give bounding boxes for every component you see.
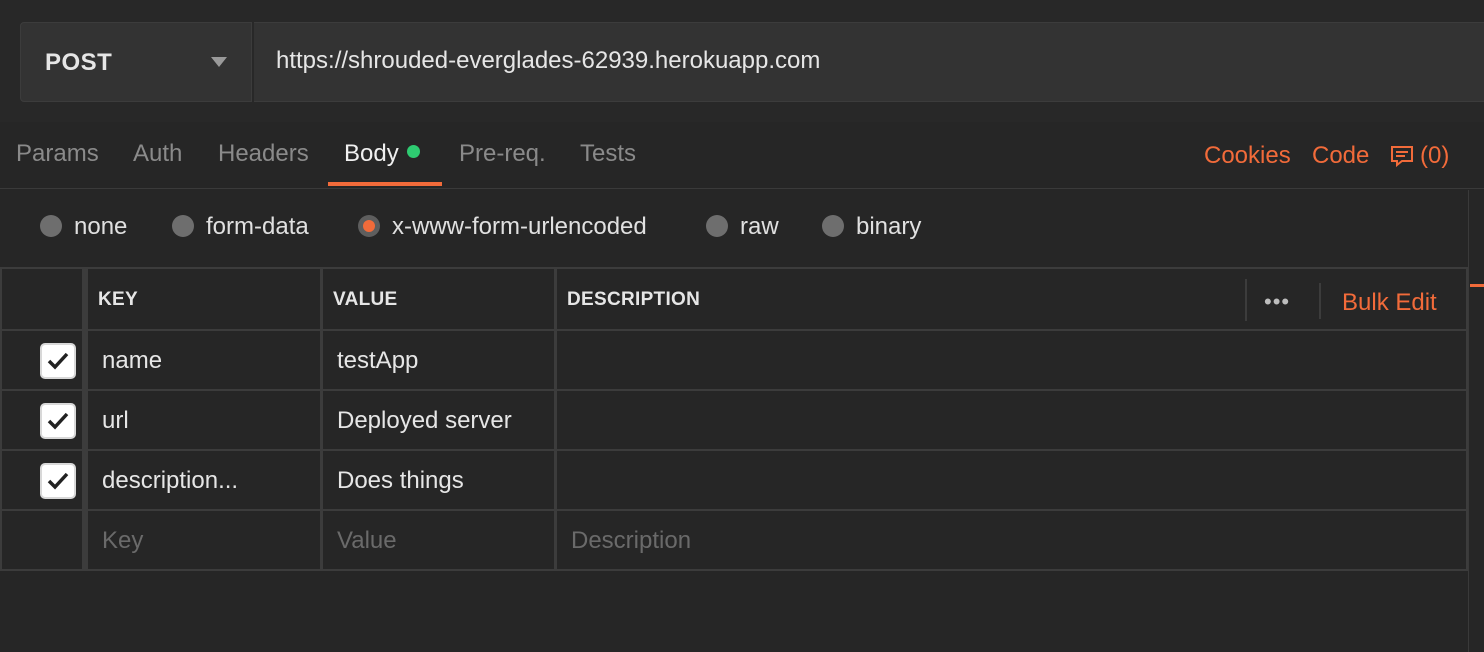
value-text: Does things (337, 467, 464, 494)
value-cell[interactable]: testApp (320, 331, 554, 389)
divider (1245, 279, 1247, 321)
row-checkbox-cell (2, 511, 82, 569)
table-row: url Deployed server (0, 391, 1468, 451)
body-type-selector: none form-data x-www-form-urlencoded raw… (0, 189, 1470, 267)
key-text: description... (102, 467, 239, 494)
value-placeholder: Value (337, 527, 397, 554)
row-checkbox[interactable] (40, 343, 76, 379)
key-input[interactable]: Key (82, 511, 320, 569)
header-key: KEY (82, 269, 320, 329)
radio-circle (172, 215, 194, 237)
method-dropdown[interactable]: POST (20, 22, 252, 102)
radio-label: none (74, 213, 128, 240)
tab-body-label: Body (344, 140, 399, 167)
active-tab-indicator (328, 182, 442, 186)
method-label: POST (45, 49, 113, 76)
tab-headers[interactable]: Headers (218, 140, 309, 168)
key-text: url (102, 407, 129, 434)
header-value-label: VALUE (333, 289, 398, 310)
status-dot-icon (406, 145, 420, 158)
value-cell[interactable]: Deployed server (320, 391, 554, 449)
row-checkbox[interactable] (40, 463, 76, 499)
table-row: name testApp (0, 331, 1468, 391)
value-input[interactable]: Value (320, 511, 554, 569)
table-header: KEY VALUE DESCRIPTION ••• Bulk Edit (0, 269, 1468, 331)
radio-circle (706, 215, 728, 237)
value-cell[interactable]: Does things (320, 451, 554, 509)
key-cell[interactable]: description... (82, 451, 320, 509)
chevron-down-icon (211, 57, 227, 67)
tab-pre-request[interactable]: Pre-req. (459, 140, 546, 168)
key-placeholder: Key (102, 527, 144, 554)
table-row: description... Does things (0, 451, 1468, 511)
radio-circle-selected (358, 215, 380, 237)
row-checkbox[interactable] (40, 403, 76, 439)
more-options-icon[interactable]: ••• (1264, 289, 1290, 315)
comment-icon[interactable] (1390, 144, 1414, 173)
description-cell[interactable] (554, 331, 1468, 389)
header-checkbox-column (2, 269, 82, 329)
row-checkbox-cell (2, 391, 82, 449)
comments-count[interactable]: (0) (1420, 142, 1449, 170)
radio-circle (822, 215, 844, 237)
radio-label: x-www-form-urlencoded (392, 213, 647, 240)
cookies-link[interactable]: Cookies (1204, 142, 1291, 170)
code-link[interactable]: Code (1312, 142, 1369, 170)
tab-params[interactable]: Params (16, 140, 99, 168)
request-editor: POST https://shrouded-everglades-62939.h… (0, 0, 1484, 652)
url-bar: POST https://shrouded-everglades-62939.h… (0, 0, 1484, 122)
url-input[interactable]: https://shrouded-everglades-62939.heroku… (254, 22, 1484, 102)
description-placeholder: Description (571, 527, 692, 554)
divider (1319, 283, 1321, 319)
side-panel-edge (1468, 190, 1484, 652)
description-input[interactable]: Description (554, 511, 1468, 569)
header-description: DESCRIPTION (554, 269, 1468, 329)
description-cell[interactable] (554, 451, 1468, 509)
value-text: testApp (337, 347, 419, 374)
header-description-label: DESCRIPTION (567, 289, 701, 310)
header-value: VALUE (320, 269, 554, 329)
radio-label: form-data (206, 213, 309, 240)
key-value-table: KEY VALUE DESCRIPTION ••• Bulk Edit name… (0, 267, 1468, 571)
tab-tests[interactable]: Tests (580, 140, 636, 168)
table-row-new: Key Value Description (0, 511, 1468, 571)
value-text: Deployed server (337, 407, 512, 434)
header-key-label: KEY (98, 289, 138, 310)
radio-label: binary (856, 213, 922, 240)
radio-circle (40, 215, 62, 237)
radio-label: raw (740, 213, 779, 240)
key-cell[interactable]: name (82, 331, 320, 389)
side-accent-mark (1470, 284, 1484, 287)
tab-body[interactable]: Body (344, 140, 420, 168)
row-checkbox-cell (2, 451, 82, 509)
request-tabs: Params Auth Headers Body Pre-req. Tests … (0, 122, 1484, 189)
key-cell[interactable]: url (82, 391, 320, 449)
bulk-edit-button[interactable]: Bulk Edit (1342, 289, 1437, 317)
key-text: name (102, 347, 163, 374)
row-checkbox-cell (2, 331, 82, 389)
description-cell[interactable] (554, 391, 1468, 449)
tab-auth[interactable]: Auth (133, 140, 182, 168)
